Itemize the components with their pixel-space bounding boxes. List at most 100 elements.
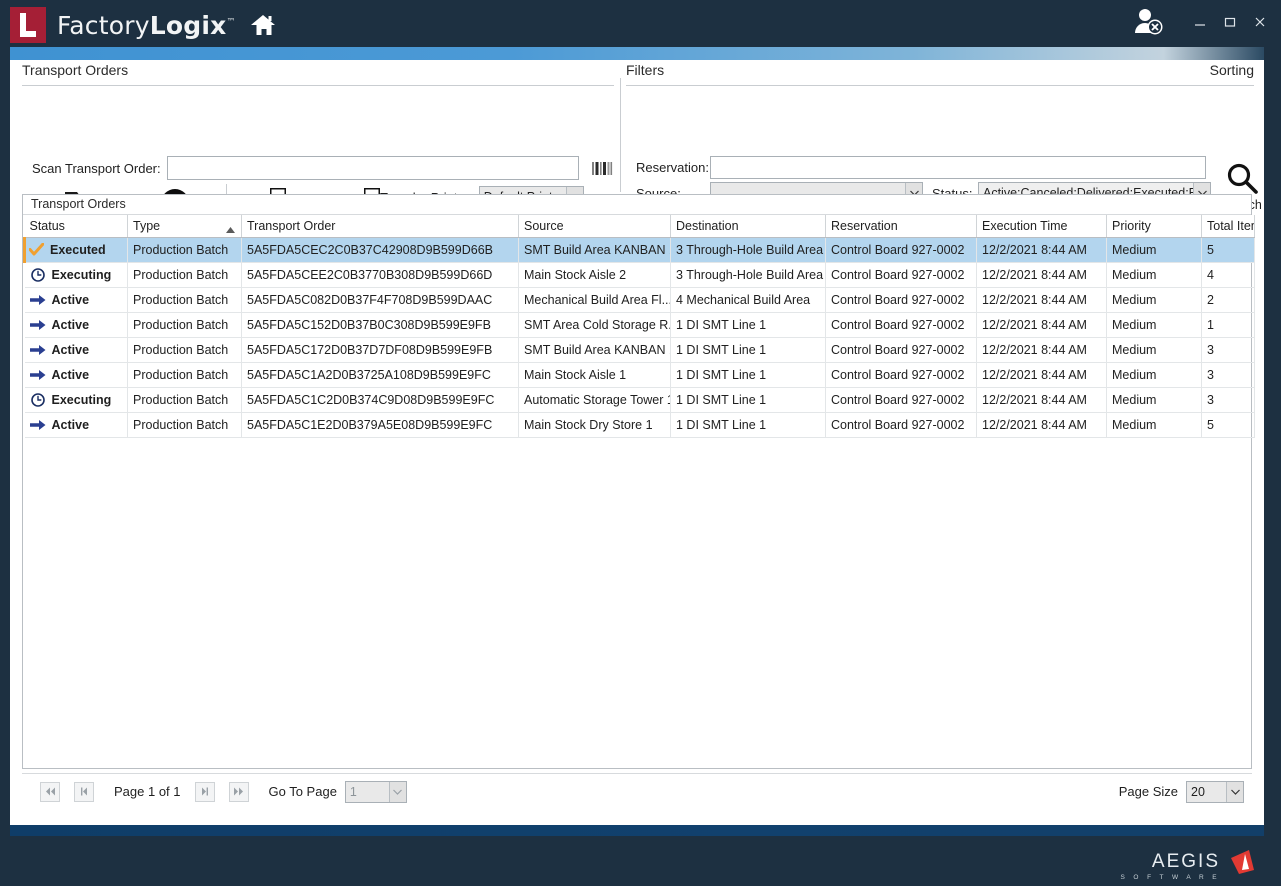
status-text: Active — [52, 368, 90, 382]
cell-reservation: Control Board 927-0002 — [826, 412, 977, 437]
scan-label: Scan Transport Order: — [32, 161, 161, 176]
column-header-destination[interactable]: Destination — [671, 215, 826, 237]
clock-icon — [30, 267, 46, 283]
column-header-reservation[interactable]: Reservation — [826, 215, 977, 237]
cell-status: Active — [25, 362, 128, 387]
sorting-label[interactable]: Sorting — [1210, 62, 1254, 78]
cell-source: Main Stock Dry Store 1 — [519, 412, 671, 437]
brand-logo: FactoryLogix™ — [10, 7, 276, 43]
table-row[interactable]: ExecutedProduction Batch5A5FDA5CEC2C0B37… — [25, 237, 1255, 262]
goto-page-label: Go To Page — [269, 784, 337, 799]
table-row[interactable]: Executing Production Batch5A5FDA5CEE2C0B3… — [25, 262, 1255, 287]
vendor-subtitle: S O F T W A R E — [1120, 874, 1220, 881]
column-header-status[interactable]: Status — [25, 215, 128, 237]
column-header-type[interactable]: Type — [128, 215, 242, 237]
cell-total-items: 3 — [1202, 387, 1255, 412]
last-page-button[interactable] — [229, 782, 249, 802]
table-row[interactable]: ExecutingProduction Batch5A5FDA5C1C2D0B3… — [25, 387, 1255, 412]
vendor-name: AEGIS — [1152, 851, 1220, 873]
barcode-icon[interactable] — [591, 162, 613, 175]
arrow-icon — [30, 292, 46, 308]
table-row[interactable]: ActiveProduction Batch5A5FDA5C082D0B37F4… — [25, 287, 1255, 312]
reservation-input[interactable] — [710, 156, 1206, 179]
page-size-group: Page Size 20 — [1119, 781, 1252, 803]
cell-type: Production Batch — [128, 337, 242, 362]
status-text: Executing — [52, 268, 112, 282]
cell-status: Active — [25, 312, 128, 337]
status-text: Active — [52, 418, 90, 432]
cell-source: SMT Build Area KANBAN 1 — [519, 337, 671, 362]
minimize-button[interactable] — [1187, 9, 1213, 35]
first-page-button[interactable] — [40, 782, 60, 802]
previous-page-button[interactable] — [74, 782, 94, 802]
cell-transport-order: 5A5FDA5C1E2D0B379A5E08D9B599E9FC — [242, 412, 519, 437]
filters-title: Filters — [626, 62, 664, 78]
pagination-bar: Page 1 of 1 Go To Page 1 Page Size 20 — [22, 773, 1252, 809]
maximize-button[interactable] — [1217, 9, 1243, 35]
status-text: Active — [52, 343, 90, 357]
section-divider — [626, 85, 1254, 86]
arrow-icon — [30, 317, 46, 333]
cell-execution-time: 12/2/2021 8:44 AM — [977, 237, 1107, 262]
cell-status: Active — [25, 337, 128, 362]
cell-source: SMT Area Cold Storage R... — [519, 312, 671, 337]
filters-section: Filters Sorting — [626, 62, 1264, 86]
column-header-source[interactable]: Source — [519, 215, 671, 237]
table-row[interactable]: Active Production Batch5A5FDA5C172D0B37D7… — [25, 337, 1255, 362]
cell-source: Main Stock Aisle 1 — [519, 362, 671, 387]
next-page-button[interactable] — [195, 782, 215, 802]
table-row[interactable]: ActiveProduction Batch5A5FDA5C1A2D0B3725… — [25, 362, 1255, 387]
cell-reservation: Control Board 927-0002 — [826, 362, 977, 387]
table-row[interactable]: ActiveProduction Batch5A5FDA5C152D0B37B0… — [25, 312, 1255, 337]
arrow-icon — [30, 417, 46, 433]
status-text: Executed — [50, 243, 106, 257]
cell-type: Production Batch — [128, 262, 242, 287]
cell-destination: 4 Mechanical Build Area — [671, 287, 826, 312]
cell-total-items: 3 — [1202, 337, 1255, 362]
cell-reservation: Control Board 927-0002 — [826, 337, 977, 362]
user-logout-icon[interactable] — [1131, 7, 1165, 37]
cell-execution-time: 12/2/2021 8:44 AM — [977, 362, 1107, 387]
close-button[interactable] — [1247, 9, 1273, 35]
column-header-transport-order[interactable]: Transport Order — [242, 215, 519, 237]
transport-orders-section: Transport Orders — [22, 62, 614, 86]
arrow-icon — [30, 342, 46, 358]
search-icon — [1225, 160, 1259, 198]
scan-transport-order-input[interactable] — [167, 156, 579, 180]
cell-destination: 3 Through-Hole Build Area — [671, 237, 826, 262]
cell-reservation: Control Board 927-0002 — [826, 287, 977, 312]
cell-transport-order: 5A5FDA5C082D0B37F4F708D9B599DAAC — [242, 287, 519, 312]
cell-transport-order: 5A5FDA5CEE2C0B3770B308D9B599D66D — [242, 262, 519, 287]
brand-name: FactoryLogix™ — [57, 11, 236, 40]
cell-destination: 1 DI SMT Line 1 — [671, 312, 826, 337]
column-header-execution-time[interactable]: Execution Time — [977, 215, 1107, 237]
vertical-divider — [620, 78, 621, 192]
cell-execution-time: 12/2/2021 8:44 AM — [977, 312, 1107, 337]
window-controls — [1131, 0, 1273, 43]
transport-orders-grid: Transport Orders Status Type Transport O… — [22, 194, 1252, 769]
cell-type: Production Batch — [128, 287, 242, 312]
cell-type: Production Batch — [128, 387, 242, 412]
goto-page-select[interactable]: 1 — [345, 781, 407, 803]
grid-caption: Transport Orders — [23, 195, 1251, 215]
cell-total-items: 5 — [1202, 412, 1255, 437]
column-header-priority[interactable]: Priority — [1107, 215, 1202, 237]
cell-priority: Medium — [1107, 387, 1202, 412]
cell-destination: 1 DI SMT Line 1 — [671, 412, 826, 437]
home-icon[interactable] — [250, 13, 276, 37]
cell-priority: Medium — [1107, 412, 1202, 437]
reservation-filter-row: Reservation: — [636, 156, 1206, 179]
brand-first: Factory — [57, 11, 150, 40]
page-size-select[interactable]: 20 — [1186, 781, 1244, 803]
check-icon — [28, 242, 44, 258]
cell-transport-order: 5A5FDA5C1A2D0B3725A108D9B599E9FC — [242, 362, 519, 387]
cell-type: Production Batch — [128, 412, 242, 437]
cell-transport-order: 5A5FDA5C172D0B37D7DF08D9B599E9FB — [242, 337, 519, 362]
title-bar: FactoryLogix™ — [0, 0, 1281, 43]
cell-total-items: 3 — [1202, 362, 1255, 387]
status-text: Active — [52, 318, 90, 332]
column-header-type-label: Type — [133, 219, 160, 233]
column-header-total-items[interactable]: Total Items — [1202, 215, 1255, 237]
table-row[interactable]: Active Production Batch5A5FDA5C1E2D0B379A… — [25, 412, 1255, 437]
cell-reservation: Control Board 927-0002 — [826, 312, 977, 337]
